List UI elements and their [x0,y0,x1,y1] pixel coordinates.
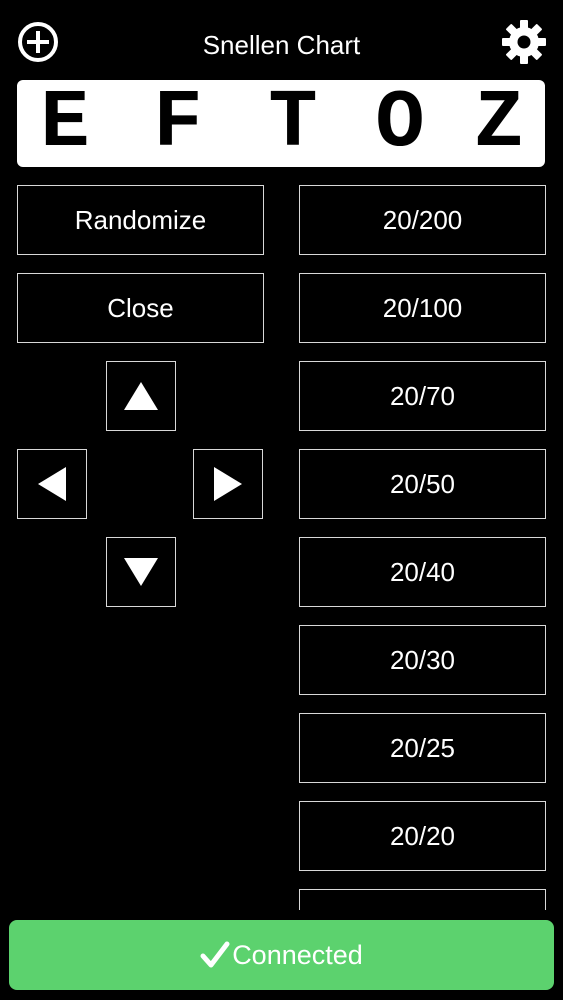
acuity-button-20-20[interactable]: 20/20 [299,801,546,871]
acuity-button-20-25[interactable]: 20/25 [299,713,546,783]
acuity-button-20-40[interactable]: 20/40 [299,537,546,607]
acuity-list: 20/200 20/100 20/70 20/50 20/40 20/30 20… [0,0,563,910]
connected-label: Connected [232,939,363,970]
checkmark-icon [200,941,230,968]
acuity-button-20-50[interactable]: 20/50 [299,449,546,519]
acuity-button-20-100[interactable]: 20/100 [299,273,546,343]
connected-status-button[interactable]: Connected [9,920,554,990]
acuity-button-20-70[interactable]: 20/70 [299,361,546,431]
acuity-button-20-30[interactable]: 20/30 [299,625,546,695]
acuity-button-partial[interactable] [299,889,546,910]
acuity-button-20-200[interactable]: 20/200 [299,185,546,255]
